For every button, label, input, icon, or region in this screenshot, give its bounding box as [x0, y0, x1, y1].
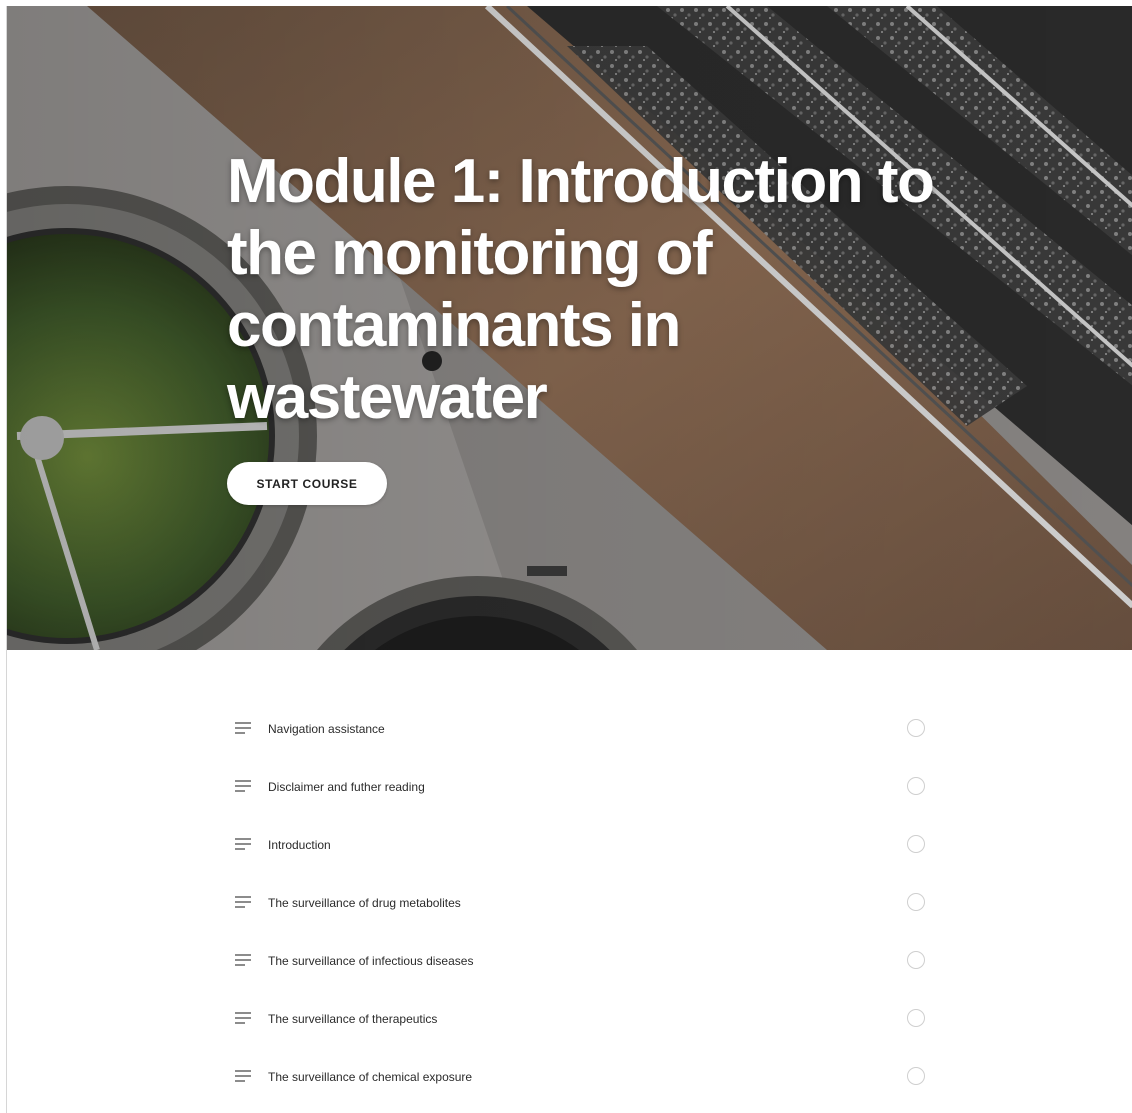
- text-lines-icon: [235, 1012, 251, 1024]
- lesson-title: Introduction: [268, 838, 331, 852]
- lesson-item[interactable]: The surveillance of therapeutics: [227, 990, 927, 1048]
- course-hero: Module 1: Introduction to the monitoring…: [7, 6, 1132, 650]
- lesson-status-icon: [907, 835, 925, 853]
- lesson-title: The surveillance of infectious diseases: [268, 954, 474, 968]
- text-lines-icon: [235, 896, 251, 908]
- course-page: Module 1: Introduction to the monitoring…: [6, 6, 1132, 1113]
- lesson-item[interactable]: Disclaimer and futher reading: [227, 758, 927, 816]
- lesson-title: Navigation assistance: [268, 722, 385, 736]
- text-lines-icon: [235, 722, 251, 734]
- hero-content: Module 1: Introduction to the monitoring…: [227, 146, 947, 434]
- lesson-title: The surveillance of drug metabolites: [268, 896, 461, 910]
- text-lines-icon: [235, 838, 251, 850]
- text-lines-icon: [235, 780, 251, 792]
- lesson-status-icon: [907, 1067, 925, 1085]
- lesson-status-icon: [907, 893, 925, 911]
- text-lines-icon: [235, 1070, 251, 1082]
- lesson-title: Disclaimer and futher reading: [268, 780, 425, 794]
- lesson-status-icon: [907, 777, 925, 795]
- lesson-item[interactable]: The surveillance of drug metabolites: [227, 874, 927, 932]
- lesson-item[interactable]: The surveillance of infectious diseases: [227, 932, 927, 990]
- lesson-item[interactable]: Introduction: [227, 816, 927, 874]
- lesson-title: The surveillance of chemical exposure: [268, 1070, 473, 1084]
- text-lines-icon: [235, 954, 251, 966]
- lesson-title: The surveillance of therapeutics: [268, 1012, 438, 1026]
- lesson-status-icon: [907, 719, 925, 737]
- lesson-item[interactable]: Navigation assistance: [227, 700, 927, 758]
- lesson-status-icon: [907, 951, 925, 969]
- course-title: Module 1: Introduction to the monitoring…: [227, 147, 935, 432]
- lesson-status-icon: [907, 1009, 925, 1027]
- lesson-list: Navigation assistance Disclaimer and fut…: [227, 700, 927, 1106]
- start-course-button[interactable]: START COURSE: [227, 462, 387, 505]
- lesson-item[interactable]: The surveillance of chemical exposure: [227, 1048, 927, 1106]
